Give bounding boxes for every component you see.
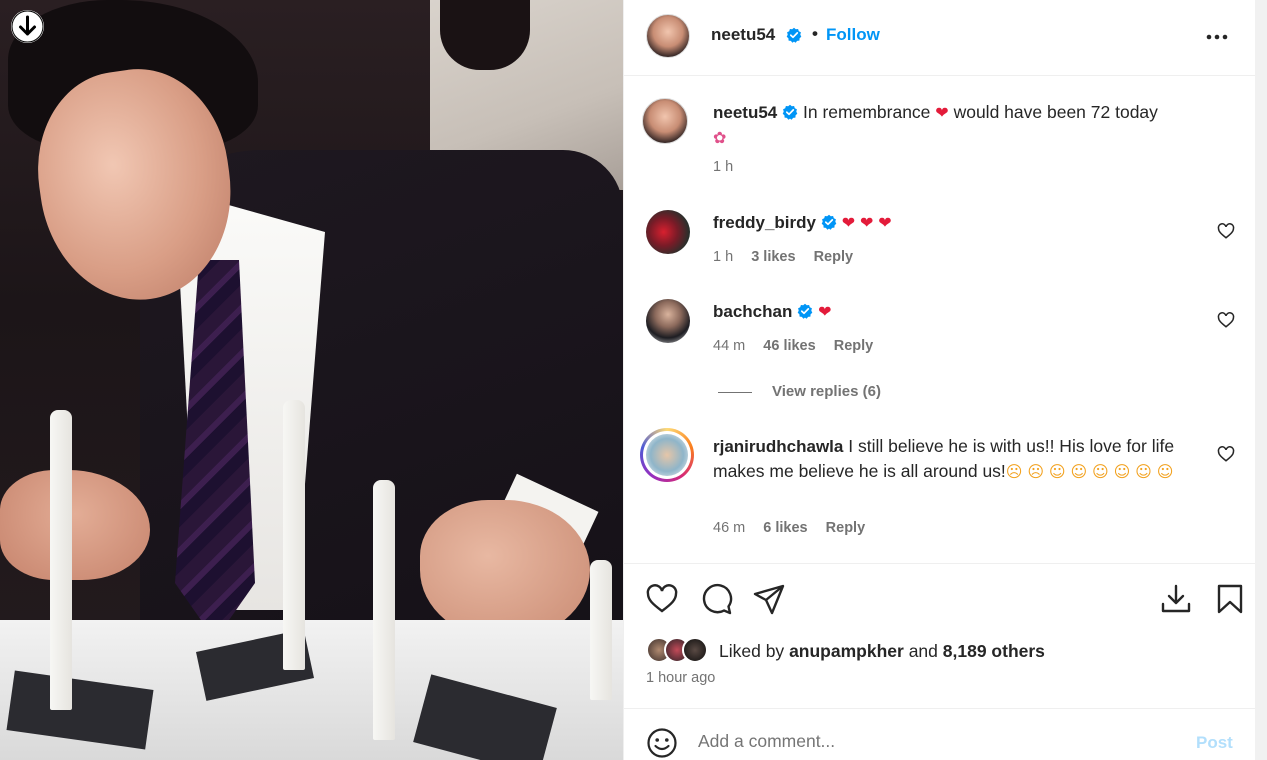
heart-eyes-emoji: ☺ (1156, 462, 1174, 481)
verified-badge-icon (782, 104, 798, 120)
comment-text: freddy_birdy ❤ ❤ ❤ (713, 210, 1203, 235)
comment-username[interactable]: bachchan (713, 302, 792, 321)
replies-divider-line (718, 391, 752, 393)
comment-item: bachchan ❤ 44 m 46 likes Reply (624, 297, 1256, 367)
commenter-avatar[interactable] (646, 210, 690, 254)
heart-outline-icon[interactable] (1217, 222, 1235, 240)
comment-meta: 44 m 46 likes Reply (713, 338, 873, 354)
caption-author-avatar[interactable] (642, 98, 688, 144)
likes-user-link[interactable]: anupampkher (789, 641, 904, 661)
verified-badge-icon (786, 27, 802, 43)
caption-body-start: In remembrance (803, 102, 931, 122)
comment-time[interactable]: 46 m (713, 520, 745, 536)
likes-summary: Liked by anupampkher and 8,189 others (646, 637, 1206, 665)
photo-candle (373, 480, 395, 740)
flower-emoji: ✿ (713, 128, 727, 147)
comment-meta: 1 h 3 likes Reply (713, 249, 853, 265)
comment-username[interactable]: rjanirudhchawla (713, 437, 843, 456)
add-comment-bar: Post (624, 708, 1256, 760)
post-time-ago[interactable]: 1 hour ago (646, 670, 715, 686)
heart-outline-icon[interactable] (1217, 445, 1235, 463)
comment-item: freddy_birdy ❤ ❤ ❤ 1 h 3 likes Reply (624, 208, 1256, 278)
header-separator: • (812, 24, 818, 43)
photo-hand-right (420, 500, 590, 640)
comment-likes[interactable]: 3 likes (751, 249, 795, 265)
commenter-avatar[interactable] (646, 434, 688, 476)
liker-avatar[interactable] (682, 637, 708, 663)
view-replies-button[interactable]: View replies (6) (718, 383, 881, 400)
view-replies-label: View replies (6) (772, 383, 881, 400)
comment-input[interactable] (698, 731, 1178, 752)
hugging-face-emoji: ☺ (1092, 462, 1109, 481)
photo-background-figure (440, 0, 530, 70)
red-heart-emoji: ❤ (935, 103, 949, 122)
post-caption: neetu54 In remembrance ❤ would have been… (624, 96, 1256, 186)
caption-text: neetu54 In remembrance ❤ would have been… (713, 100, 1203, 150)
photo-candle (283, 400, 305, 670)
post-comment-button[interactable]: Post (1196, 733, 1233, 753)
comment-text: rjanirudhchawla I still believe he is wi… (713, 434, 1203, 484)
comment-item: rjanirudhchawla I still believe he is wi… (624, 428, 1256, 548)
comment-text: bachchan ❤ (713, 299, 1203, 324)
photo-candle (50, 410, 72, 710)
heart-eyes-emoji: ☺ (1135, 462, 1152, 481)
caption-body-end: would have been 72 today (953, 102, 1158, 122)
heart-outline-icon[interactable] (1217, 311, 1235, 329)
hugging-face-emoji: ☺ (1070, 462, 1088, 481)
comment-likes[interactable]: 6 likes (763, 520, 807, 536)
more-horizontal-icon (1206, 34, 1228, 40)
comment-meta: 46 m 6 likes Reply (713, 520, 865, 536)
hugging-face-emoji: ☺ (1048, 462, 1066, 481)
red-heart-emoji: ❤ (818, 302, 832, 321)
red-heart-emoji: ❤ (841, 213, 856, 232)
pleading-face-emoji: ☹ (1027, 462, 1045, 481)
likes-count-link[interactable]: 8,189 others (943, 641, 1045, 661)
comment-reply-button[interactable]: Reply (814, 249, 854, 265)
page-scrollbar[interactable] (1255, 0, 1267, 760)
red-heart-emoji: ❤ (860, 213, 874, 232)
likes-middle: and (908, 641, 938, 661)
comment-time[interactable]: 44 m (713, 338, 745, 354)
paper-plane-icon[interactable] (752, 582, 786, 616)
smiley-icon[interactable] (646, 727, 678, 759)
photo-candle (590, 560, 612, 700)
bookmark-icon[interactable] (1213, 582, 1247, 616)
post-actions: Liked by anupampkher and 8,189 others 1 … (624, 563, 1256, 708)
follow-button[interactable]: Follow (826, 25, 880, 45)
verified-badge-icon (797, 303, 813, 319)
verified-badge-icon (821, 214, 837, 230)
author-avatar[interactable] (646, 14, 690, 58)
arrow-down-circle-icon (11, 10, 44, 43)
comment-reply-button[interactable]: Reply (834, 338, 874, 354)
more-options-button[interactable] (1204, 24, 1230, 50)
download-tray-icon[interactable] (1159, 582, 1193, 616)
comment-time[interactable]: 1 h (713, 249, 733, 265)
comment-reply-button[interactable]: Reply (826, 520, 866, 536)
post-photo[interactable] (0, 0, 623, 760)
likes-prefix: Liked by (719, 641, 785, 661)
photo-hand-left (0, 470, 150, 580)
heart-outline-icon[interactable] (645, 582, 679, 616)
caption-meta: 1 h (713, 159, 733, 175)
author-username[interactable]: neetu54 (711, 25, 775, 45)
hugging-face-emoji: ☺ (1113, 462, 1131, 481)
caption-time[interactable]: 1 h (713, 159, 733, 175)
red-heart-emoji: ❤ (878, 213, 892, 232)
commenter-avatar[interactable] (646, 299, 690, 343)
caption-username[interactable]: neetu54 (713, 103, 777, 122)
comment-likes[interactable]: 46 likes (763, 338, 815, 354)
post-detail-panel: neetu54 • Follow neetu54 In remembrance … (623, 0, 1256, 760)
post-header: neetu54 • Follow (624, 0, 1256, 76)
pleading-face-emoji: ☹ (1005, 462, 1023, 481)
download-media-button[interactable] (11, 10, 44, 43)
speech-bubble-icon[interactable] (699, 582, 733, 616)
likes-text: Liked by anupampkher and 8,189 others (719, 641, 1045, 662)
comment-username[interactable]: freddy_birdy (713, 213, 816, 232)
